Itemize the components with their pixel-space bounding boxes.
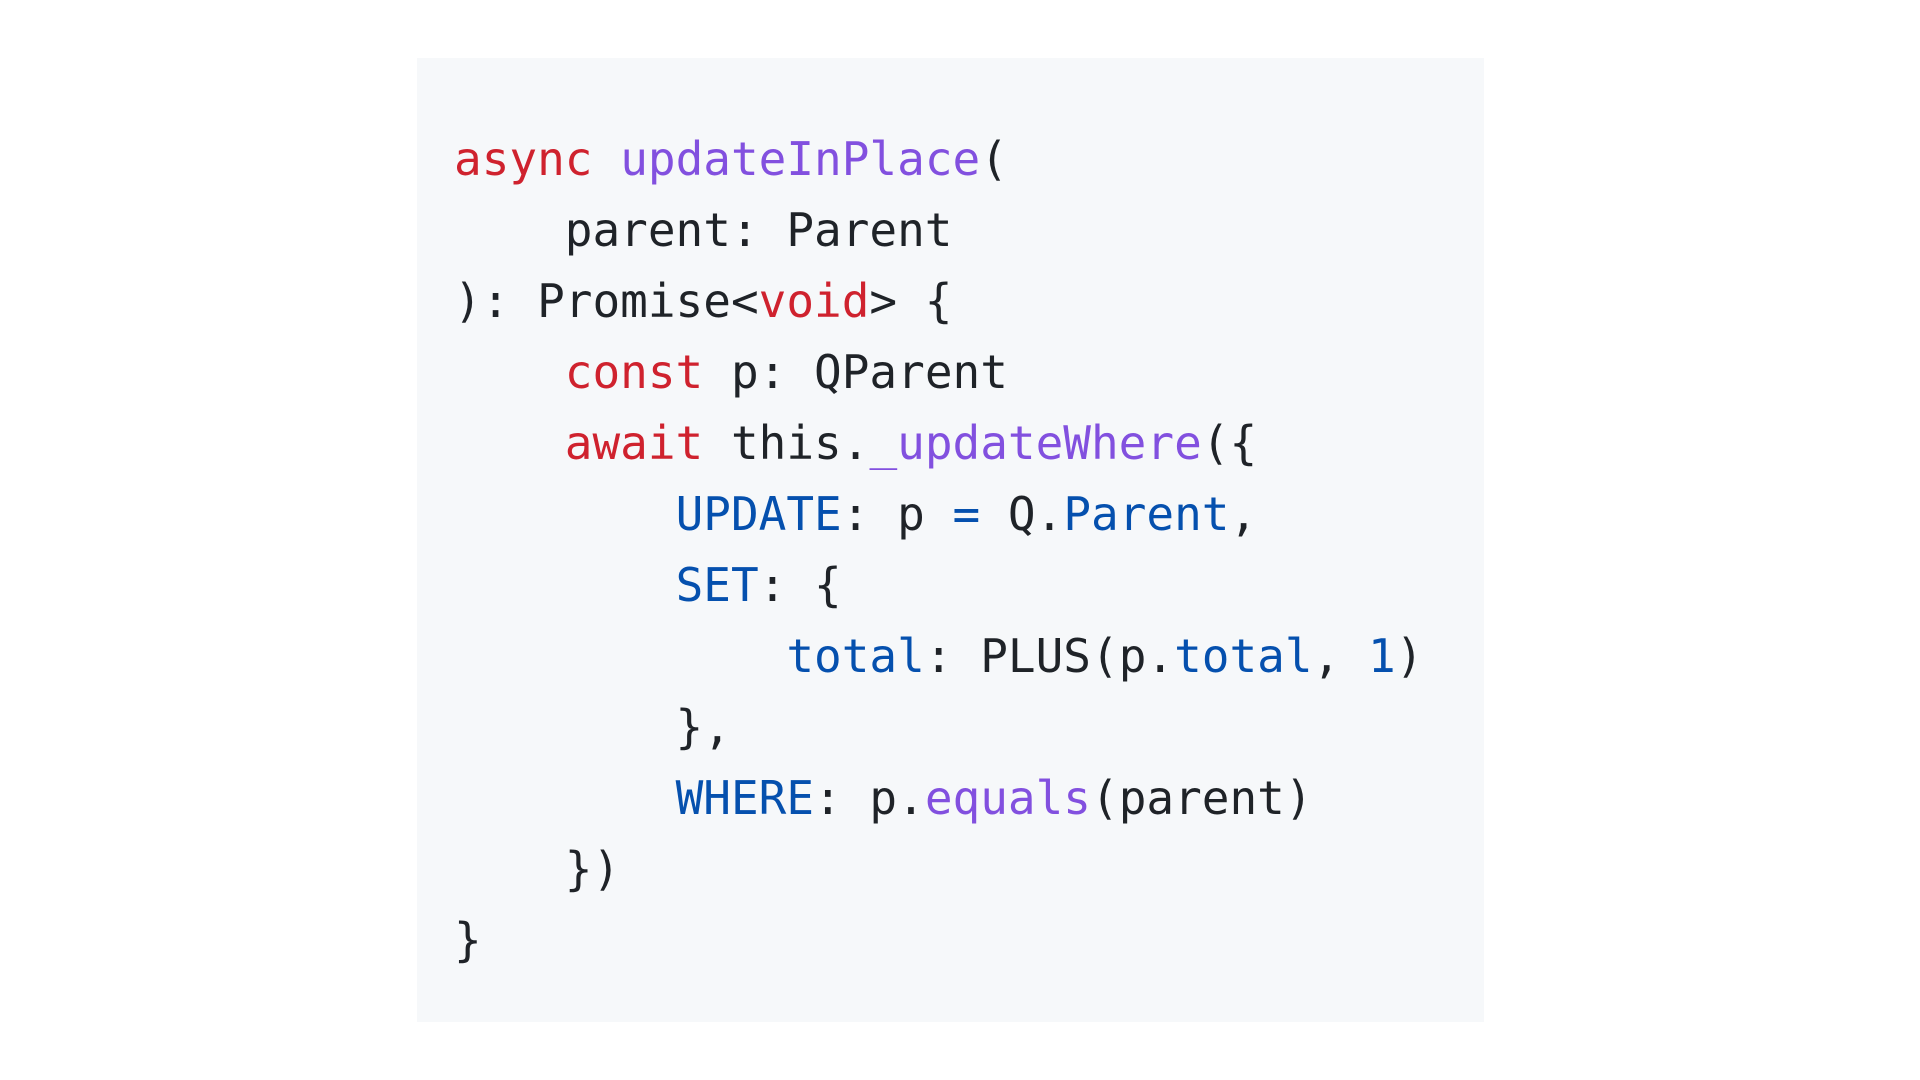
- code-line: }): [454, 834, 1484, 905]
- code-token-fn: _updateWhere: [869, 416, 1202, 470]
- code-token-pl: ({: [1201, 416, 1258, 470]
- code-line: ): Promise<void> {: [454, 266, 1484, 337]
- code-listing: async updateInPlace( parent: Parent ): Pr…: [454, 124, 1484, 976]
- code-line: WHERE: p.equals(parent): [454, 763, 1484, 834]
- code-token-kw: const: [564, 345, 704, 399]
- code-token-pl: ): [1395, 629, 1424, 683]
- code-token-pl: parent: Parent: [454, 203, 953, 257]
- code-token-pl: (: [980, 132, 1008, 186]
- code-token-fn: equals: [924, 771, 1091, 825]
- code-token-pl: ,: [1312, 629, 1368, 683]
- code-token-pl: p: QParent: [703, 345, 1008, 399]
- code-token-pl: : {: [758, 558, 842, 612]
- code-token-pl: },: [454, 700, 731, 754]
- code-line: },: [454, 692, 1484, 763]
- code-token-kw: void: [758, 274, 870, 328]
- code-token-pr: WHERE: [675, 771, 815, 825]
- code-token-fn: updateInPlace: [620, 132, 981, 186]
- code-token-pl: : PLUS(p.: [924, 629, 1175, 683]
- code-line: }: [454, 905, 1484, 976]
- code-token-pl: > {: [869, 274, 953, 328]
- code-token-kw: await: [564, 416, 704, 470]
- code-token-pl: ): Promise<: [454, 274, 759, 328]
- code-token-pl: Q.: [980, 487, 1064, 541]
- code-line: SET: {: [454, 550, 1484, 621]
- code-token-pl: : p.: [814, 771, 925, 825]
- code-line: parent: Parent: [454, 195, 1484, 266]
- code-line: UPDATE: p = Q.Parent,: [454, 479, 1484, 550]
- code-token-pr: total: [786, 629, 925, 683]
- code-token-pr: SET: [675, 558, 759, 612]
- code-token-pl: }): [454, 842, 621, 896]
- code-token-pl: ,: [1229, 487, 1258, 541]
- code-token-pl: this.: [703, 416, 870, 470]
- code-line: await this._updateWhere({: [454, 408, 1484, 479]
- code-block: async updateInPlace( parent: Parent ): Pr…: [417, 58, 1484, 1022]
- code-token-pl: }: [454, 913, 482, 967]
- code-line: const p: QParent: [454, 337, 1484, 408]
- code-line: total: PLUS(p.total, 1): [454, 621, 1484, 692]
- code-token-pr: 1: [1367, 629, 1396, 683]
- page: async updateInPlace( parent: Parent ): Pr…: [0, 0, 1920, 1080]
- code-token-pr: =: [952, 487, 981, 541]
- code-token-pr: Parent: [1063, 487, 1230, 541]
- code-line: async updateInPlace(: [454, 124, 1484, 195]
- code-token-pl: (parent): [1091, 771, 1313, 825]
- code-token-pr: UPDATE: [675, 487, 842, 541]
- code-token-pr: total: [1174, 629, 1313, 683]
- code-token-kw: async: [454, 132, 593, 186]
- code-token-pl: : p: [841, 487, 953, 541]
